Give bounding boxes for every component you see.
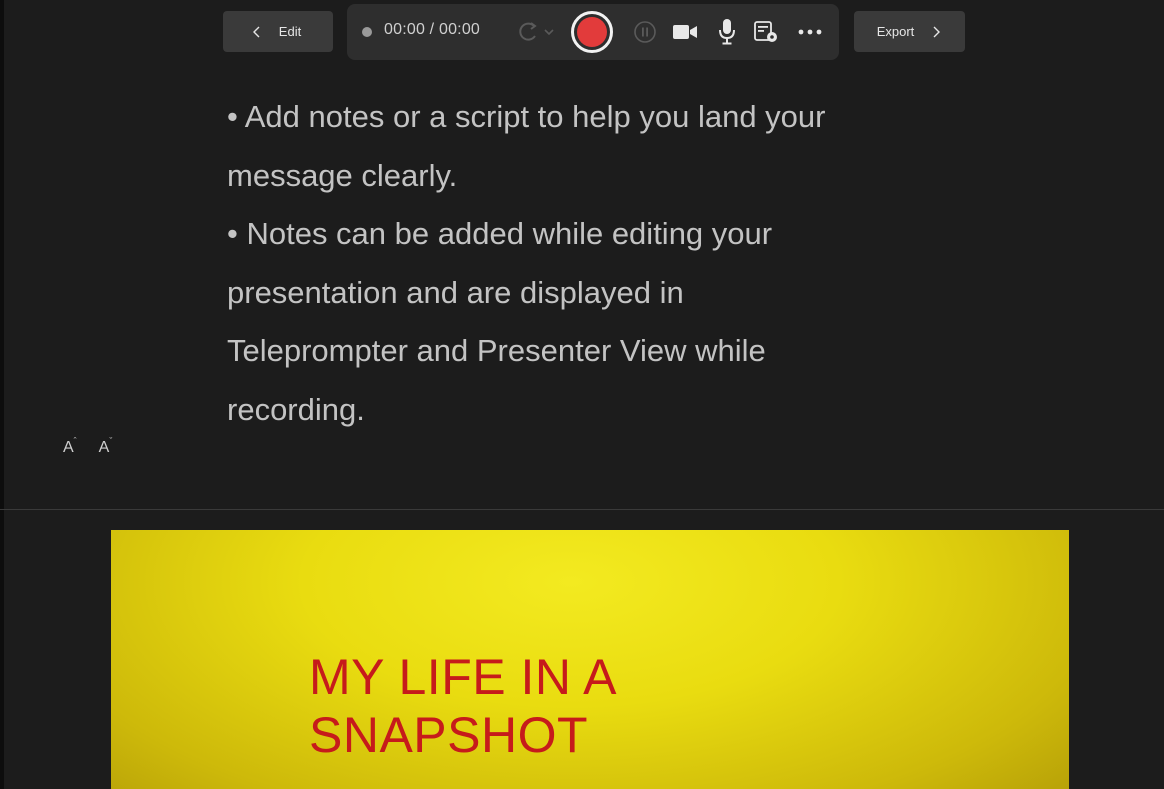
panel-divider <box>0 509 1164 510</box>
caret-up-icon: ˆ <box>73 436 77 446</box>
slide-title: MY LIFE IN A SNAPSHOT <box>309 648 617 764</box>
notes-settings-icon[interactable] <box>753 20 779 44</box>
edit-button[interactable]: Edit <box>223 11 333 52</box>
notes-line: recording. <box>227 391 365 427</box>
notes-line: • Add notes or a script to help you land… <box>227 99 826 134</box>
teleprompter-notes[interactable]: • Add notes or a script to help you land… <box>227 88 987 439</box>
record-icon <box>577 17 607 47</box>
decrease-font-label: A <box>98 439 110 457</box>
camera-icon[interactable] <box>672 21 698 43</box>
slide-title-line: MY LIFE IN A <box>309 649 617 705</box>
increase-font-label: A <box>63 439 74 457</box>
slide-title-line: SNAPSHOT <box>309 707 589 763</box>
caret-down-icon: ˇ <box>109 436 113 446</box>
recording-studio: Edit 00:00 / 00:00 Export • Add notes or… <box>0 0 1164 789</box>
notes-line: • Notes can be added while editing your <box>227 216 773 251</box>
recording-status-dot-icon <box>362 27 372 37</box>
retake-icon[interactable] <box>515 20 557 44</box>
pause-icon[interactable] <box>633 20 657 44</box>
window-edge <box>0 0 4 789</box>
chevron-right-icon <box>933 26 941 37</box>
record-button[interactable] <box>571 11 613 53</box>
slide-preview: MY LIFE IN A SNAPSHOT <box>111 530 1069 789</box>
notes-line: Teleprompter and Presenter View while <box>227 333 766 368</box>
export-button-label: Export <box>876 24 915 39</box>
microphone-icon[interactable] <box>718 18 736 46</box>
increase-font-size-button[interactable]: Aˆ <box>63 436 77 457</box>
export-button[interactable]: Export <box>854 11 965 52</box>
font-size-controls: Aˆ Aˇ <box>63 436 113 457</box>
notes-line: presentation and are displayed in <box>227 274 684 310</box>
edit-button-label: Edit <box>278 24 302 39</box>
more-options-icon[interactable] <box>796 24 824 40</box>
chevron-left-icon <box>252 26 260 37</box>
recording-timer: 00:00 / 00:00 <box>384 21 481 38</box>
decrease-font-size-button[interactable]: Aˇ <box>98 436 113 457</box>
notes-line: message clearly. <box>227 157 458 193</box>
